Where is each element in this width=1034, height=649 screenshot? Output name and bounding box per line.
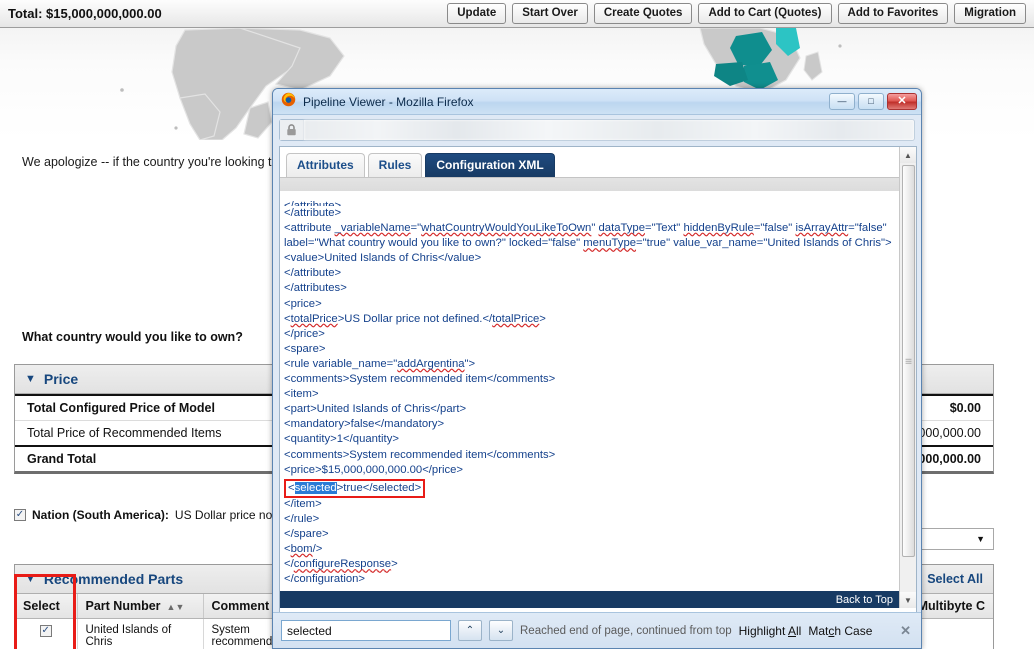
xml-line: </rule> [284,512,320,525]
create-quotes-button[interactable]: Create Quotes [593,2,693,25]
close-button[interactable]: ✕ [887,93,917,110]
start-over-button[interactable]: Start Over [512,2,588,25]
window-title-bar[interactable]: Pipeline Viewer - Mozilla Firefox — □ ✕ [273,89,921,115]
select-all-label: Select All [927,572,983,586]
xml-line: </attributes> [284,282,347,295]
tab-rules[interactable]: Rules [367,153,423,177]
add-to-favorites-button[interactable]: Add to Favorites [837,2,949,25]
xml-line: <totalPrice>US Dollar price not defined.… [284,312,546,325]
window-controls: — □ ✕ [829,93,917,110]
xml-line: <bom/> [284,543,323,556]
find-previous-button[interactable]: ⌃ [458,620,482,641]
update-button[interactable]: Update [447,2,507,25]
highlight-all-button[interactable]: Highlight All [739,624,802,638]
nation-checkbox[interactable]: ✓ [14,509,26,521]
xml-line: <part>United Islands of Chris</part> [284,403,467,416]
toolbar-button-group: Update Start Over Create Quotes Add to C… [447,2,1034,25]
tab-bar: Attributes Rules Configuration XML [280,147,916,177]
xml-line: </attribute> [284,207,342,219]
xml-line: <price> [284,297,322,310]
xml-line: <value>United Islands of Chris</value> [284,252,482,265]
find-next-button[interactable]: ⌄ [489,620,513,641]
find-status-text: Reached end of page, continued from top [520,624,732,637]
apology-text: We apologize -- if the country you're lo… [22,155,307,169]
scroll-down-arrow-icon[interactable]: ▼ [899,592,916,608]
back-to-top-bar: Back to Top [280,591,899,608]
xml-line: </item> [284,497,322,510]
url-bar[interactable] [279,119,915,141]
match-case-button[interactable]: Match Case [808,624,872,638]
xml-line: <item> [284,388,319,401]
search-match-highlight: selected [294,481,337,494]
column-header-label: Part Number [85,599,161,613]
total-label: Total: $15,000,000,000.00 [8,6,162,21]
minimize-button[interactable]: — [829,93,855,110]
row-select-cell[interactable]: ✓ [15,618,78,649]
tab-strip-filler [280,177,916,191]
collapse-triangle-icon[interactable]: ▼ [25,373,36,385]
annotation-box-selected-line: <selected>true</selected> [284,478,899,498]
migration-button[interactable]: Migration [954,2,1026,25]
vertical-scrollbar[interactable]: ▲ ☰ ▼ [899,147,916,608]
price-panel-title: Price [43,371,79,387]
nation-label: Nation (South America): [32,508,169,522]
column-header-label: Comment [211,599,270,613]
price-row-label: Total Price of Recommended Items [27,426,222,440]
xml-line: <comments>System recommended item</comme… [284,448,556,461]
xml-line: </configureResponse> [284,558,398,571]
close-find-bar-button[interactable]: ✕ [900,623,913,639]
recommended-parts-title: Recommended Parts [43,571,184,587]
screen: Total: $15,000,000,000.00 Update Start O… [0,0,1034,649]
xml-line: </configuration> [284,573,366,586]
column-header-select[interactable]: Select [15,594,78,619]
question-label: What country would you like to own? [22,330,243,344]
window-title: Pipeline Viewer - Mozilla Firefox [303,94,474,109]
xml-line: <spare> [284,342,326,355]
add-to-cart-quotes-button[interactable]: Add to Cart (Quotes) [698,2,832,25]
xml-line: </spare> [284,527,329,540]
back-to-top-link[interactable]: Back to Top [836,594,899,606]
find-bar: ⌃ ⌄ Reached end of page, continued from … [273,612,921,648]
row-checkbox[interactable]: ✓ [39,625,52,637]
xml-line: <mandatory>false</mandatory> [284,418,445,431]
xml-line: </price> [284,327,325,340]
scroll-up-arrow-icon[interactable]: ▲ [899,147,916,163]
xml-line: </attribute> [284,200,342,206]
firefox-logo-icon [281,92,296,112]
column-header-part-number[interactable]: Part Number ▲▼ [77,594,204,619]
collapse-triangle-icon[interactable]: ▼ [25,573,36,585]
tab-attributes[interactable]: Attributes [286,153,365,177]
xml-line: <comments>System recommended item</comme… [284,373,556,386]
tab-configuration-xml[interactable]: Configuration XML [425,153,555,177]
vertical-scroll-thumb[interactable]: ☰ [902,165,915,557]
price-row-value: $0.00 [949,401,981,415]
xml-line: label="What country would you like to ow… [284,237,892,250]
nation-line: ✓ Nation (South America): US Dollar pric… [14,508,292,522]
xml-line: <attribute _variableName="whatCountryWou… [284,222,887,235]
xml-line: <price>$15,000,000,000.00</price> [284,463,464,476]
row-part-number: United Islands of Chris [77,618,204,649]
price-row-label: Total Configured Price of Model [27,401,215,415]
page-content-area: Attributes Rules Configuration XML </att… [279,146,917,648]
chevron-down-icon: ▼ [976,534,985,544]
maximize-button[interactable]: □ [858,93,884,110]
find-input[interactable] [281,620,451,641]
lock-icon [280,120,304,140]
price-row-label: Grand Total [27,452,97,466]
xml-line: <selected>true</selected> [284,478,426,498]
xml-source-view[interactable]: </attribute> </attribute> <attribute _vari… [280,195,899,591]
xml-line: <rule variable_name="addArgentina"> [284,357,476,370]
firefox-window: Pipeline Viewer - Mozilla Firefox — □ ✕ … [272,88,922,649]
url-text-blurred [304,120,914,140]
xml-line: <quantity>1</quantity> [284,433,399,446]
xml-line: </attribute> [284,267,342,280]
sort-arrows-icon[interactable]: ▲▼ [167,602,185,612]
top-toolbar: Total: $15,000,000,000.00 Update Start O… [0,0,1034,28]
